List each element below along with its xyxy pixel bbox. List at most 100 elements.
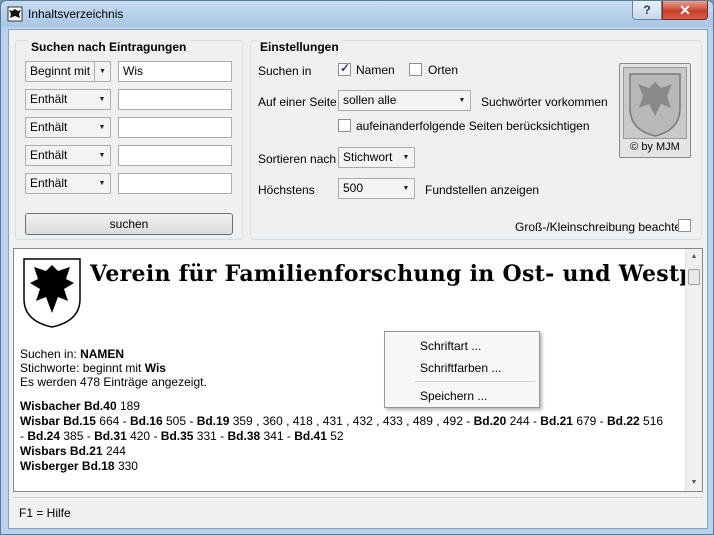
ref-separator: - (462, 414, 474, 428)
search-term-input-2[interactable] (118, 89, 232, 110)
results-pane[interactable]: Verein für Familienforschung in Ost- und… (13, 248, 703, 492)
keywords-prefix: Stichworte: beginnt mit (20, 361, 142, 375)
page-ref: 52 (326, 429, 344, 443)
names-checkbox[interactable] (338, 61, 351, 76)
search-button[interactable]: suchen (25, 213, 233, 235)
names-label: Namen (356, 63, 395, 77)
search-term-input-5[interactable] (118, 173, 232, 194)
page-mode-value: sollen alle (343, 93, 397, 107)
search-mode-combo-5[interactable]: Enthält ▼ (25, 173, 111, 194)
scroll-down-icon[interactable]: ▼ (686, 475, 702, 491)
results-content: Verein für Familienforschung in Ost- und… (20, 253, 702, 474)
coat-of-arms-logo (623, 67, 687, 139)
chevron-down-icon: ▼ (98, 124, 106, 131)
ref-separator: - (150, 429, 161, 443)
result-entry: Wisbacher Bd.40 189 (20, 399, 670, 414)
keywords-line: Stichworte: beginnt mit Wis (20, 361, 670, 375)
consecutive-label: aufeinanderfolgende Seiten berücksichtig… (356, 119, 590, 133)
page-ref: 331 (193, 429, 217, 443)
page-suffix-label: Suchwörter vorkommen (481, 95, 608, 109)
places-checkbox[interactable] (409, 63, 422, 76)
client-area: Suchen nach Eintragungen Beginnt mit ▼ W… (8, 29, 708, 529)
ref-separator: - (186, 414, 197, 428)
eagle-shield-icon (629, 73, 681, 137)
search-in-label: Suchen in (258, 64, 312, 78)
chevron-down-icon: ▼ (98, 180, 106, 187)
search-mode-combo-3[interactable]: Enthält ▼ (25, 117, 111, 138)
result-entry: Wisberger Bd.18 330 (20, 459, 670, 474)
eagle-logo-icon (23, 258, 81, 328)
page-ref: 244 (102, 444, 126, 458)
page-ref: 420 (126, 429, 151, 443)
menu-item-font-colors[interactable]: Schriftfarben ... (420, 361, 501, 375)
chevron-down-icon: ▼ (98, 152, 106, 159)
entry-name: Wisbar (20, 414, 60, 428)
page-ref: 244 (506, 414, 530, 428)
consecutive-checkbox[interactable] (338, 119, 351, 132)
search-mode-combo-4[interactable]: Enthält ▼ (25, 145, 111, 166)
volume-ref: Bd.24 (27, 429, 61, 443)
search-in-line: Suchen in: NAMEN (20, 347, 670, 361)
scroll-thumb[interactable] (688, 269, 700, 285)
search-mode-value: Enthält (30, 148, 68, 162)
keywords-value: Wis (144, 361, 166, 375)
scroll-up-icon[interactable]: ▲ (686, 249, 702, 265)
page-ref: 679 (572, 414, 597, 428)
page-ref: 505 (162, 414, 187, 428)
search-term-input-1[interactable]: Wis (118, 61, 232, 82)
window-title: Inhaltsverzeichnis (28, 7, 124, 21)
volume-ref: Bd.21 (540, 414, 573, 428)
sort-value: Stichwort (343, 150, 393, 164)
ref-separator: - (529, 414, 541, 428)
result-entry: Wisbars Bd.21 244 (20, 444, 670, 459)
case-label: Groß-/Kleinschreibung beachten (515, 220, 688, 234)
search-mode-value: Enthält (30, 120, 68, 134)
search-mode-combo-2[interactable]: Enthält ▼ (25, 89, 111, 110)
page-mode-combo[interactable]: sollen alle ▼ (338, 90, 471, 111)
settings-group-title: Einstellungen (257, 40, 342, 54)
case-checkbox[interactable] (678, 219, 691, 232)
sort-combo[interactable]: Stichwort ▼ (338, 147, 415, 168)
entry-name: Wisbars (20, 444, 67, 458)
search-term-input-4[interactable] (118, 145, 232, 166)
banner-title: Verein für Familienforschung in Ost- und… (90, 261, 702, 287)
result-entry: Wisbar Bd.15 664 - Bd.16 505 - Bd.19 359… (20, 414, 670, 444)
search-mode-value: Enthält (30, 176, 68, 190)
chevron-down-icon: ▼ (94, 62, 110, 81)
count-line: Es werden 478 Einträge angezeigt. (20, 375, 207, 389)
sort-label: Sortieren nach (258, 152, 337, 166)
title-bar[interactable]: Inhaltsverzeichnis ? ✕ (1, 1, 713, 27)
close-button[interactable]: ✕ (662, 1, 708, 20)
ref-separator: - (83, 429, 95, 443)
volume-ref: Bd.19 (196, 414, 230, 428)
volume-ref: Bd.41 (294, 429, 327, 443)
page-ref: 516 (639, 414, 664, 428)
search-term-input-3[interactable] (118, 117, 232, 138)
menu-item-font[interactable]: Schriftart ... (420, 339, 481, 353)
ref-separator: - (283, 429, 295, 443)
help-button[interactable]: ? (632, 1, 662, 20)
logo-caption: © by MJM (630, 141, 680, 153)
volume-ref: Bd.16 (129, 414, 163, 428)
max-value: 500 (343, 181, 364, 195)
page-ref: 341 (260, 429, 284, 443)
ref-separator: - (596, 414, 608, 428)
max-combo[interactable]: 500 ▼ (338, 178, 415, 199)
search-mode-value: Beginnt mit (30, 64, 91, 78)
chevron-down-icon: ▼ (402, 154, 410, 161)
chevron-down-icon: ▼ (98, 96, 106, 103)
volume-ref: Bd.20 (473, 414, 507, 428)
menu-item-save[interactable]: Speichern ... (420, 389, 487, 403)
ref-separator: - (119, 414, 130, 428)
results-scrollbar[interactable]: ▲ ▼ (685, 249, 702, 491)
page-ref: 359 , 360 , 418 , 431 , 432 , 433 , 489 … (229, 414, 463, 428)
max-suffix-label: Fundstellen anzeigen (425, 183, 540, 197)
chevron-down-icon: ▼ (458, 97, 466, 104)
search-group-title: Suchen nach Eintragungen (28, 40, 190, 54)
search-mode-combo-1[interactable]: Beginnt mit ▼ (25, 61, 111, 82)
status-bar: F1 = Hilfe (13, 497, 703, 525)
results-banner: Verein für Familienforschung in Ost- und… (20, 253, 702, 333)
ref-separator: - (216, 429, 228, 443)
